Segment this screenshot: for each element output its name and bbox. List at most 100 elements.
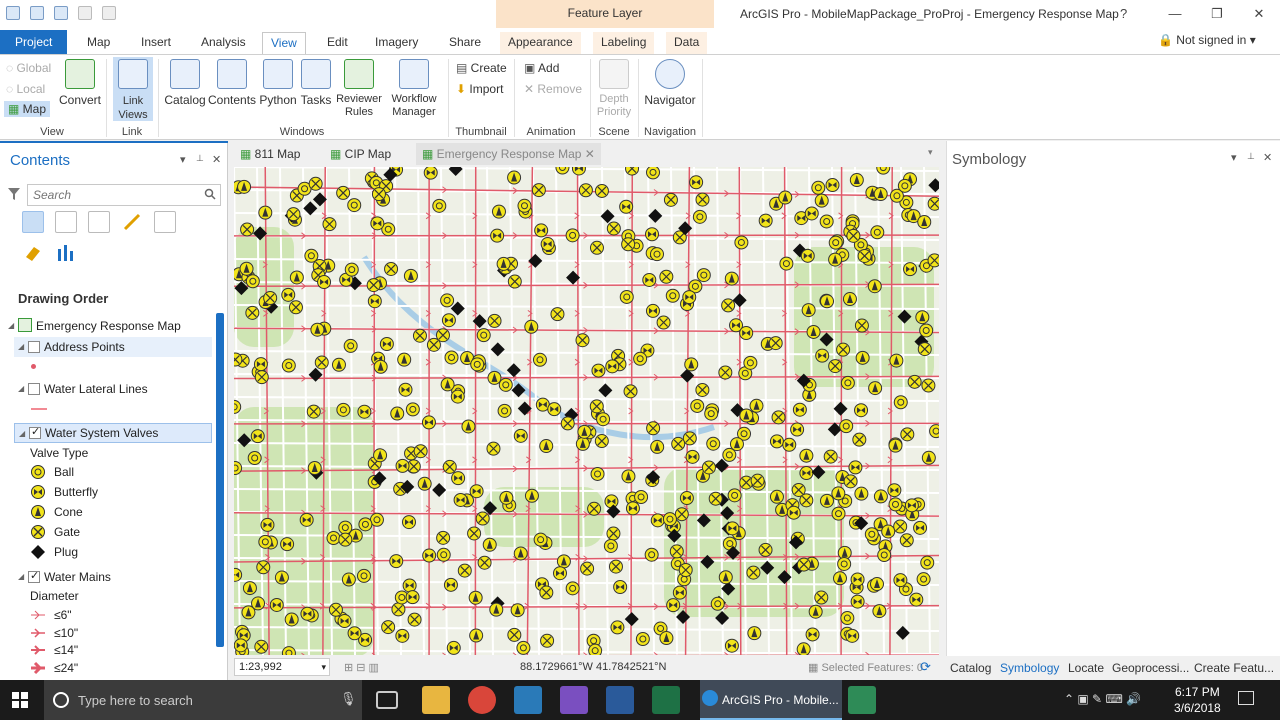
map-canvas[interactable] <box>234 167 939 655</box>
restore-button[interactable]: ❐ <box>1196 0 1238 28</box>
system-tray-icons[interactable]: ⌃ ▣ ✎ ⌨ 🔊 <box>1064 692 1141 706</box>
global-button[interactable]: ◌ Global <box>6 61 51 75</box>
taskbar-arcgis-pro[interactable]: ArcGIS Pro - Mobile... <box>700 680 842 720</box>
windows-start-icon[interactable] <box>12 692 28 708</box>
layer-water-lateral-lines[interactable]: ◢ Water Lateral Lines <box>14 379 212 399</box>
new-project-icon[interactable] <box>6 6 20 20</box>
layer-address-points[interactable]: ◢ Address Points <box>14 337 212 357</box>
convert-button[interactable]: Convert <box>58 59 102 107</box>
collapse-icon[interactable]: ◢ <box>18 342 24 351</box>
tab-811-map[interactable]: ▦ 811 Map <box>240 147 300 161</box>
close-icon[interactable]: ✕ <box>585 147 595 161</box>
search-app-icon[interactable] <box>514 686 542 714</box>
collapse-icon[interactable]: ◢ <box>19 429 25 438</box>
save-icon[interactable] <box>54 6 68 20</box>
map-node[interactable]: ◢ Emergency Response Map <box>8 316 212 336</box>
microphone-icon[interactable]: 🎙 <box>340 691 357 707</box>
navigator-button[interactable]: Navigator <box>642 59 698 107</box>
map-view-button[interactable]: ▦ Map <box>4 101 51 117</box>
undo-icon[interactable] <box>78 6 92 20</box>
file-explorer-icon[interactable] <box>422 686 450 714</box>
map-view[interactable] <box>234 167 939 655</box>
account-status[interactable]: 🔒 Not signed in ▾ <box>1158 33 1256 47</box>
list-by-charts-icon[interactable] <box>55 241 77 263</box>
layer-visibility-checkbox[interactable] <box>29 425 41 439</box>
tab-labeling[interactable]: Labeling <box>593 32 655 54</box>
pane-options-icon[interactable]: ▾ <box>180 153 186 166</box>
layer-water-system-valves[interactable]: ◢ Water System Valves <box>14 423 212 443</box>
search-icon[interactable] <box>204 188 216 200</box>
tab-geoprocessing[interactable]: Geoprocessi... <box>1112 661 1189 675</box>
notifications-icon[interactable] <box>1238 691 1254 705</box>
tab-view[interactable]: View <box>262 32 306 54</box>
local-button[interactable]: ◌ Local <box>6 82 45 96</box>
redo-icon[interactable] <box>102 6 116 20</box>
tab-share[interactable]: Share <box>441 32 489 54</box>
layer-visibility-checkbox[interactable] <box>28 383 40 395</box>
tab-create-features[interactable]: Create Featu... <box>1194 661 1274 675</box>
list-by-drawing-order-icon[interactable] <box>22 211 44 233</box>
layer-visibility-checkbox[interactable] <box>28 341 40 353</box>
tab-analysis[interactable]: Analysis <box>193 32 254 54</box>
search-input[interactable] <box>28 185 198 205</box>
pane-options-icon[interactable]: ▾ <box>1231 151 1237 164</box>
pycharm-icon[interactable] <box>848 686 876 714</box>
tasks-button[interactable]: Tasks <box>299 59 333 107</box>
tab-emergency-response-map[interactable]: ▦ Emergency Response Map ✕ <box>416 143 601 165</box>
excel-icon[interactable] <box>652 686 680 714</box>
tab-data[interactable]: Data <box>666 32 708 54</box>
minimize-button[interactable]: — <box>1154 0 1196 28</box>
depth-priority-button[interactable]: Depth Priority <box>594 59 634 119</box>
remove-animation-button[interactable]: ✕ Remove <box>524 82 582 96</box>
tab-cip-map[interactable]: ▦ CIP Map <box>330 147 391 161</box>
layer-water-mains[interactable]: ◢ Water Mains <box>14 567 212 587</box>
collapse-icon[interactable]: ◢ <box>18 572 24 581</box>
map-tool-icons[interactable]: ⊞ ⊟ ▥ <box>344 661 379 674</box>
help-button[interactable]: ? <box>1120 6 1127 21</box>
pin-icon[interactable]: ⊥ <box>196 153 204 164</box>
tab-edit[interactable]: Edit <box>319 32 356 54</box>
close-button[interactable]: ✕ <box>1238 0 1280 28</box>
tab-locate[interactable]: Locate <box>1068 661 1104 675</box>
filter-icon[interactable] <box>8 187 20 201</box>
list-by-source-icon[interactable] <box>55 211 77 233</box>
tab-imagery[interactable]: Imagery <box>367 32 426 54</box>
list-by-editing-icon[interactable] <box>121 211 143 233</box>
taskbar-search[interactable]: Type here to search 🎙 <box>44 680 362 720</box>
list-by-labeling-icon[interactable] <box>22 241 44 263</box>
taskbar-clock[interactable]: 6:17 PM 3/6/2018 <box>1174 684 1221 716</box>
scale-dropdown[interactable]: 1:23,992 ▾ <box>234 658 330 676</box>
valve <box>837 556 852 571</box>
tab-appearance[interactable]: Appearance <box>500 32 581 54</box>
close-icon[interactable]: ✕ <box>212 153 221 166</box>
sdk-icon[interactable] <box>606 686 634 714</box>
visual-studio-icon[interactable] <box>560 686 588 714</box>
collapse-icon[interactable]: ◢ <box>8 321 14 330</box>
python-button[interactable]: Python <box>258 59 298 107</box>
chrome-icon[interactable] <box>468 686 496 714</box>
list-by-snapping-icon[interactable] <box>154 211 176 233</box>
link-views-button[interactable]: Link Views <box>113 57 153 121</box>
tab-catalog[interactable]: Catalog <box>950 661 991 675</box>
import-thumbnail-button[interactable]: ⬇ Import <box>456 82 503 96</box>
refresh-icon[interactable]: ⟳ <box>920 659 931 675</box>
contents-scrollbar[interactable] <box>216 313 224 647</box>
close-icon[interactable]: ✕ <box>1263 151 1272 164</box>
pin-icon[interactable]: ⊥ <box>1247 151 1255 162</box>
workflow-manager-button[interactable]: Workflow Manager <box>386 59 442 119</box>
catalog-button[interactable]: Catalog <box>163 59 207 107</box>
tab-map[interactable]: Map <box>79 32 118 54</box>
layer-visibility-checkbox[interactable] <box>28 569 40 583</box>
open-project-icon[interactable] <box>30 6 44 20</box>
tab-insert[interactable]: Insert <box>133 32 179 54</box>
tab-project[interactable]: Project <box>0 30 68 54</box>
tabs-overflow-icon[interactable]: ▾ <box>928 147 933 158</box>
collapse-icon[interactable]: ◢ <box>18 384 24 393</box>
contents-button[interactable]: Contents <box>208 59 256 107</box>
list-by-selection-icon[interactable] <box>88 211 110 233</box>
reviewer-rules-button[interactable]: Reviewer Rules <box>334 59 384 119</box>
task-view-icon[interactable] <box>376 691 398 709</box>
create-thumbnail-button[interactable]: ▤ Create <box>456 61 507 75</box>
add-animation-button[interactable]: ▣ Add <box>524 61 559 75</box>
tab-symbology[interactable]: Symbology <box>1000 661 1059 675</box>
